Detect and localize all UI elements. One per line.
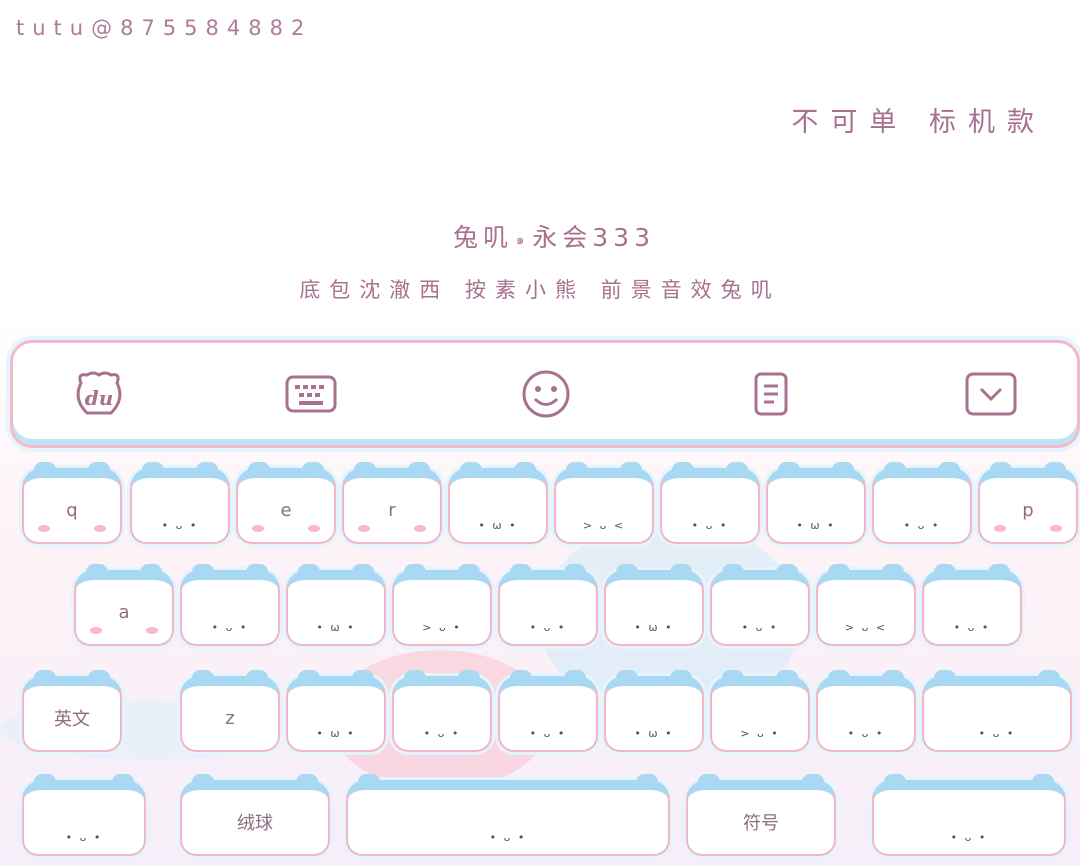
key-f[interactable]: > ᴗ • xyxy=(392,564,492,646)
key-enter[interactable]: • ᴗ • xyxy=(872,774,1066,856)
collapse-keyboard-icon[interactable] xyxy=(963,368,1019,420)
key-o[interactable]: • ᴗ • xyxy=(872,462,972,544)
key-pompom[interactable]: 绒球 xyxy=(180,774,330,856)
key-r[interactable]: r xyxy=(342,462,442,544)
key-l[interactable]: • ᴗ • xyxy=(922,564,1022,646)
title-mark: ๑ xyxy=(516,232,530,248)
key-z[interactable]: z xyxy=(180,670,280,752)
key-v[interactable]: • ᴗ • xyxy=(498,670,598,752)
key-s[interactable]: • ᴗ • xyxy=(180,564,280,646)
key-g[interactable]: • ᴗ • xyxy=(498,564,598,646)
emoji-icon[interactable] xyxy=(518,368,574,420)
key-m[interactable]: • ᴗ • xyxy=(816,670,916,752)
key-n[interactable]: > ᴗ • xyxy=(710,670,810,752)
skin-title: 兔叽๑永会333 xyxy=(0,218,1080,254)
key-a[interactable]: a xyxy=(74,564,174,646)
svg-text:du: du xyxy=(85,386,114,410)
key-u[interactable]: • ᴗ • xyxy=(660,462,760,544)
credits-line: 底包沈澈西 按素小熊 前景音效兔叽 xyxy=(299,278,781,302)
key-symbols[interactable]: 符号 xyxy=(686,774,836,856)
key-space[interactable]: • ᴗ • xyxy=(346,774,670,856)
key-t[interactable]: • ω • xyxy=(448,462,548,544)
key-d[interactable]: • ω • xyxy=(286,564,386,646)
usage-notice: 不可单 标机款 xyxy=(791,107,1046,138)
keyboard-icon[interactable] xyxy=(283,368,339,420)
keyboard-skin-preview: du q • ᴗ • e r • ω • > ᴗ < • ᴗ • • ω • •… xyxy=(0,320,1080,866)
key-e[interactable]: e xyxy=(236,462,336,544)
keyboard-toolbar: du xyxy=(10,340,1080,448)
du-logo-icon[interactable]: du xyxy=(71,368,127,420)
key-english-toggle[interactable]: 英文 xyxy=(22,670,122,752)
key-h[interactable]: • ω • xyxy=(604,564,704,646)
key-j[interactable]: • ᴗ • xyxy=(710,564,810,646)
key-k[interactable]: > ᴗ < xyxy=(816,564,916,646)
account-handle: tutu@875584882 xyxy=(16,16,313,40)
key-p[interactable]: p xyxy=(978,462,1078,544)
key-numbers[interactable]: • ᴗ • xyxy=(22,774,146,856)
key-q[interactable]: q xyxy=(22,462,122,544)
title-left: 兔叽 xyxy=(453,223,514,252)
key-backspace[interactable]: • ᴗ • xyxy=(922,670,1072,752)
key-c[interactable]: • ᴗ • xyxy=(392,670,492,752)
key-b[interactable]: • ω • xyxy=(604,670,704,752)
clipboard-icon[interactable] xyxy=(743,368,799,420)
key-x[interactable]: • ω • xyxy=(286,670,386,752)
title-right: 永会333 xyxy=(532,223,655,252)
key-w[interactable]: • ᴗ • xyxy=(130,462,230,544)
key-y[interactable]: > ᴗ < xyxy=(554,462,654,544)
key-i[interactable]: • ω • xyxy=(766,462,866,544)
